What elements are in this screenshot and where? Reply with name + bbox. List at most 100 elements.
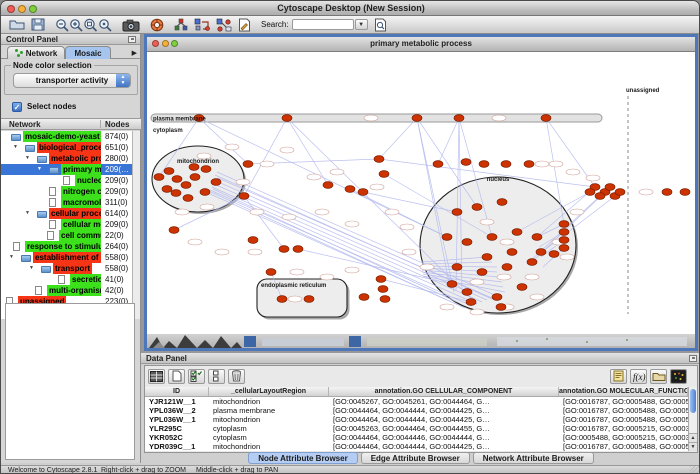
network-node[interactable] bbox=[507, 249, 517, 256]
col-molecular-function[interactable]: annotation.GO MOLECULAR_FUNCTION bbox=[559, 387, 688, 396]
col-id[interactable]: ID bbox=[145, 387, 209, 396]
layout-a-icon[interactable] bbox=[194, 17, 210, 32]
network-node[interactable] bbox=[279, 246, 289, 253]
float-data-panel-icon[interactable] bbox=[689, 355, 697, 362]
select-nodes-checkbox[interactable]: ✓ bbox=[12, 102, 22, 112]
tab-node-attribute-browser[interactable]: Node Attribute Browser bbox=[248, 452, 358, 464]
attribute-table[interactable]: ID _cellularLayoutRegion annotation.GO C… bbox=[145, 387, 688, 451]
network-node[interactable] bbox=[487, 234, 497, 241]
tab-scroll-right-icon[interactable]: ▶ bbox=[132, 49, 137, 57]
table-row[interactable]: YPL036W__2plasma membrane[GO:0044464, GO… bbox=[145, 406, 688, 415]
expand-arrow-icon[interactable]: ▼ bbox=[13, 142, 18, 153]
network-node[interactable] bbox=[447, 281, 457, 288]
tree-row[interactable]: ▼biological_process651(0) bbox=[1, 142, 132, 153]
attribute-matrix-icon[interactable] bbox=[670, 369, 687, 384]
network-node[interactable] bbox=[461, 159, 471, 166]
tree-row[interactable]: macromolecule311(0) bbox=[1, 197, 132, 208]
network-node[interactable] bbox=[559, 245, 569, 252]
network-node[interactable] bbox=[172, 176, 182, 183]
network-node[interactable] bbox=[472, 204, 482, 211]
save-icon[interactable] bbox=[31, 17, 45, 32]
network-node[interactable] bbox=[501, 161, 511, 168]
tree-row[interactable]: nucleobase-209(0) bbox=[1, 175, 132, 186]
network-node[interactable] bbox=[169, 227, 179, 234]
tab-network-attribute-browser[interactable]: Network Attribute Browser bbox=[473, 452, 594, 464]
network-node[interactable] bbox=[605, 184, 615, 191]
network-node[interactable] bbox=[532, 234, 542, 241]
zoom-out-icon[interactable] bbox=[55, 17, 69, 32]
table-scrollbar-thumb[interactable] bbox=[690, 389, 696, 413]
network-edge[interactable] bbox=[438, 118, 459, 164]
resize-grip[interactable] bbox=[690, 466, 700, 474]
network-node[interactable] bbox=[559, 237, 569, 244]
search-dropdown-icon[interactable]: ▼ bbox=[355, 19, 368, 30]
tab-edge-attribute-browser[interactable]: Edge Attribute Browser bbox=[361, 452, 470, 464]
tab-network[interactable]: Network bbox=[7, 46, 65, 59]
expand-arrow-icon[interactable]: ▼ bbox=[29, 263, 34, 274]
network-node[interactable] bbox=[595, 193, 605, 200]
network-frame-titlebar[interactable]: primary metabolic process bbox=[147, 37, 695, 52]
zoom-fit-icon[interactable] bbox=[83, 17, 98, 32]
network-node[interactable] bbox=[517, 284, 527, 291]
zoom-selected-icon[interactable] bbox=[98, 17, 112, 32]
network-node[interactable] bbox=[345, 186, 355, 193]
network-node[interactable] bbox=[496, 304, 506, 311]
network-node[interactable] bbox=[374, 156, 384, 163]
network-node[interactable] bbox=[243, 161, 253, 168]
network-node[interactable] bbox=[442, 234, 452, 241]
tab-mosaic[interactable]: Mosaic bbox=[65, 46, 111, 59]
network-node[interactable] bbox=[359, 294, 369, 301]
delete-attribute-icon[interactable] bbox=[228, 369, 245, 384]
network-node[interactable] bbox=[376, 276, 386, 283]
new-attribute-icon[interactable] bbox=[168, 369, 185, 384]
col-cellular-component[interactable]: annotation.GO CELLULAR_COMPONENT bbox=[329, 387, 559, 396]
network-node[interactable] bbox=[277, 296, 287, 303]
expand-arrow-icon[interactable]: ▼ bbox=[37, 164, 42, 175]
table-row[interactable]: YDR039C__1mitochondrion[GO:0044464, GO:0… bbox=[145, 442, 688, 451]
table-row[interactable]: YPL036W__1mitochondrion[GO:0044464, GO:0… bbox=[145, 415, 688, 424]
network-node[interactable] bbox=[162, 186, 172, 193]
network-node[interactable] bbox=[171, 190, 181, 197]
network-node[interactable] bbox=[502, 264, 512, 271]
network-node[interactable] bbox=[536, 249, 546, 256]
network-node[interactable] bbox=[479, 161, 489, 168]
network-node[interactable] bbox=[680, 189, 690, 196]
network-node[interactable] bbox=[549, 251, 559, 258]
attribute-table-header[interactable]: ID _cellularLayoutRegion annotation.GO C… bbox=[145, 387, 688, 397]
network-node[interactable] bbox=[492, 294, 502, 301]
network-node[interactable] bbox=[379, 171, 389, 178]
network-node[interactable] bbox=[452, 209, 462, 216]
select-all-attributes-icon[interactable] bbox=[188, 369, 205, 384]
network-node[interactable] bbox=[454, 115, 464, 122]
unselect-all-attributes-icon[interactable] bbox=[208, 369, 225, 384]
network-node[interactable] bbox=[615, 189, 625, 196]
network-node[interactable] bbox=[282, 115, 292, 122]
zoom-in-icon[interactable] bbox=[69, 17, 83, 32]
network-node[interactable] bbox=[304, 296, 314, 303]
network-node[interactable] bbox=[452, 264, 462, 271]
tree-row[interactable]: nitrogen compo209(0) bbox=[1, 186, 132, 197]
scroll-up-icon[interactable]: ▲ bbox=[689, 433, 697, 442]
function-builder-icon[interactable]: f(x) bbox=[630, 369, 647, 384]
tree-row[interactable]: multi-organism pro42(0) bbox=[1, 285, 132, 296]
expand-arrow-icon[interactable]: ▼ bbox=[25, 208, 30, 219]
network-node[interactable] bbox=[201, 166, 211, 173]
color-attribute-select[interactable]: transporter activity ▲▼ bbox=[13, 73, 131, 88]
network-canvas[interactable]: plasma membranemitochondrionnucleusendop… bbox=[147, 52, 695, 334]
table-row[interactable]: YJR121W__1mitochondrion[GO:0045267, GO:0… bbox=[145, 397, 688, 406]
network-node[interactable] bbox=[541, 115, 551, 122]
tree-row[interactable]: ▼establishment of lo558(0) bbox=[1, 252, 132, 263]
tree-row[interactable]: ▼metabolic process280(0) bbox=[1, 153, 132, 164]
tree-row[interactable]: response to stimulu264(0) bbox=[1, 241, 132, 252]
network-node[interactable] bbox=[181, 182, 191, 189]
region-nucleus[interactable] bbox=[420, 177, 576, 313]
layout-b-icon[interactable] bbox=[216, 17, 232, 32]
network-node[interactable] bbox=[412, 115, 422, 122]
network-edge[interactable] bbox=[379, 118, 417, 159]
tree-row[interactable]: ▼primary metabo209(… bbox=[1, 164, 132, 175]
network-node[interactable] bbox=[190, 174, 200, 181]
vizmapper-icon[interactable] bbox=[174, 17, 188, 32]
network-node[interactable] bbox=[462, 289, 472, 296]
network-node[interactable] bbox=[524, 161, 534, 168]
network-node[interactable] bbox=[183, 195, 193, 202]
